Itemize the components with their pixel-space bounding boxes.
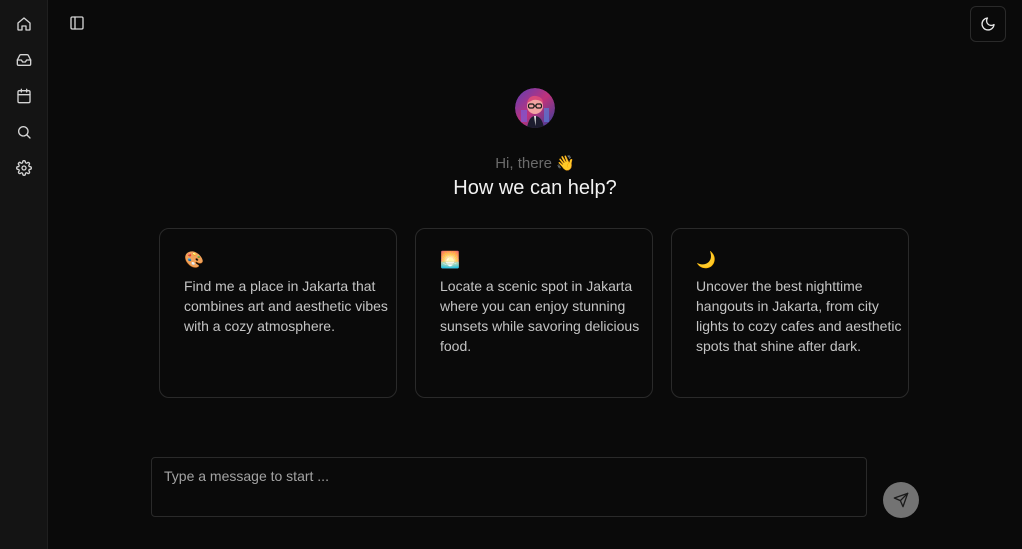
moon-emoji-icon: 🌙 (696, 252, 716, 269)
send-button[interactable] (883, 482, 919, 518)
sidebar-item-home[interactable] (12, 12, 36, 36)
suggestion-text: Locate a scenic spot in Jakarta where yo… (440, 278, 640, 354)
toggle-sidebar-button[interactable] (66, 12, 88, 34)
send-icon (893, 492, 909, 508)
sidebar-panel-icon (70, 16, 84, 30)
search-icon (18, 126, 31, 139)
moon-icon (981, 17, 995, 31)
inbox-icon (16, 54, 32, 66)
calendar-icon (17, 88, 31, 104)
greeting-text: Hi, there 👋 (495, 155, 575, 172)
suggestion-card[interactable]: 🌙 Uncover the best nighttime hangouts in… (671, 228, 909, 398)
suggestion-card[interactable]: 🎨 Find me a place in Jakarta that combin… (159, 228, 397, 398)
message-input[interactable] (152, 458, 866, 516)
message-composer (151, 457, 867, 517)
sidebar-item-calendar[interactable] (12, 84, 36, 108)
theme-toggle-button[interactable] (970, 6, 1006, 42)
suggestion-text: Find me a place in Jakarta that combines… (184, 278, 388, 334)
sidebar-item-search[interactable] (12, 120, 36, 144)
home-icon (17, 17, 31, 31)
sidebar-item-inbox[interactable] (12, 48, 36, 72)
assistant-avatar (515, 88, 555, 128)
page-title: How we can help? (453, 177, 617, 199)
suggestion-card[interactable]: 🌅 Locate a scenic spot in Jakarta where … (415, 228, 653, 398)
sunset-emoji-icon: 🌅 (440, 252, 460, 269)
app-window: Hi, there 👋 How we can help? 🎨 Find me a… (0, 0, 1022, 549)
sidebar (0, 0, 48, 549)
palette-emoji-icon: 🎨 (184, 252, 204, 269)
suggestion-text: Uncover the best nighttime hangouts in J… (696, 278, 902, 354)
